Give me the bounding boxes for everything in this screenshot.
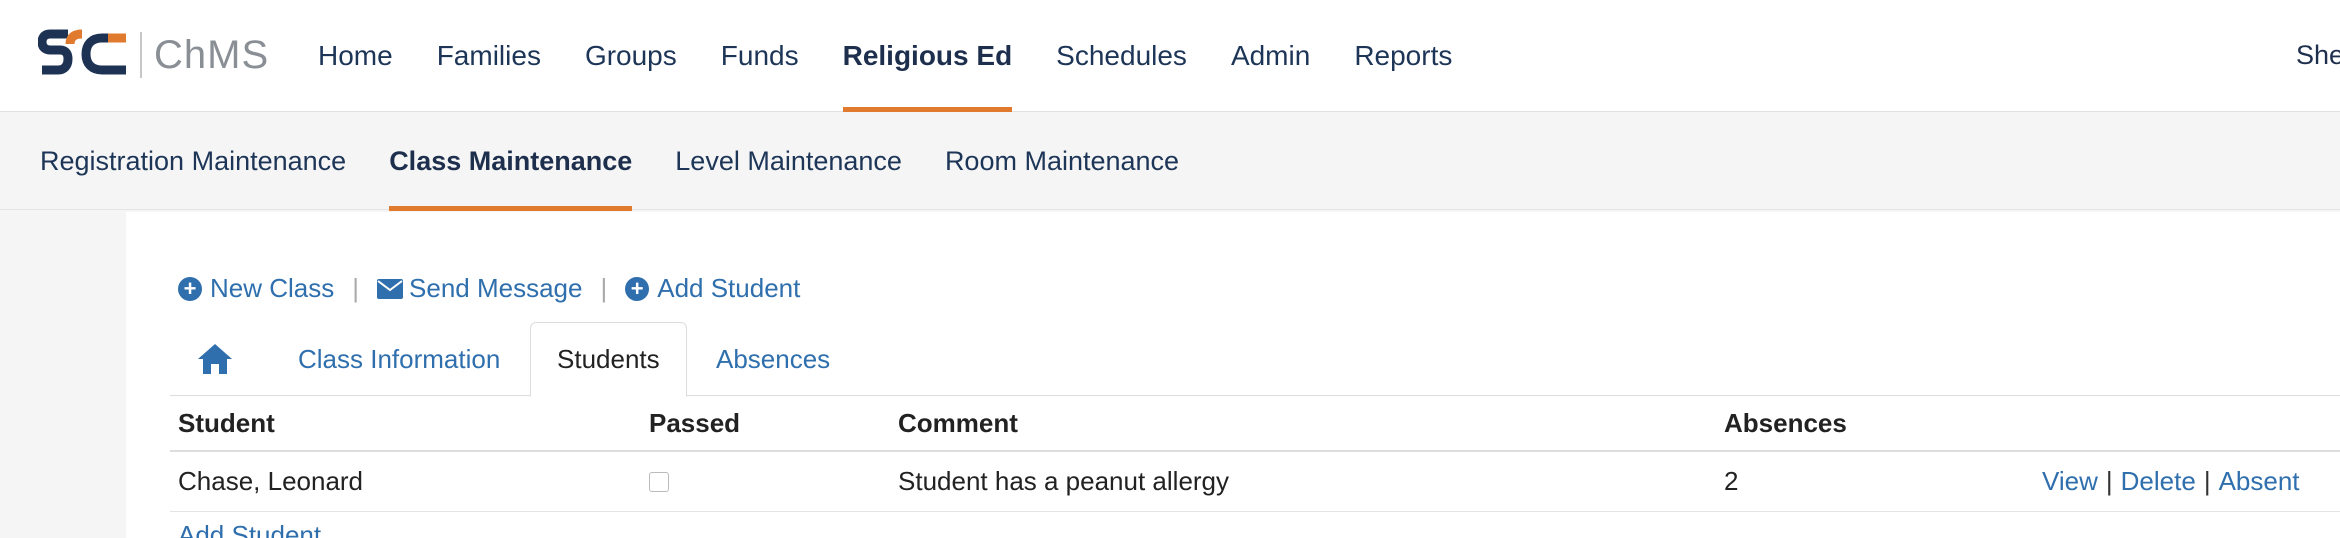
send-message-label: Send Message [409,273,583,303]
plus-circle-icon: + [178,276,202,301]
top-navbar: ChMS Home Families Groups Funds Religiou… [0,0,2340,112]
col-comment-header: Comment [898,407,1018,438]
nav-families[interactable]: Families [437,0,541,112]
new-class-label: New Class [210,273,335,303]
nav-home[interactable]: Home [318,0,393,112]
add-student-label: Add Student [657,273,801,303]
home-icon [198,344,232,374]
tab-home[interactable] [170,322,260,396]
nav-admin[interactable]: Admin [1231,0,1310,112]
nav-religious-ed[interactable]: Religious Ed [842,0,1012,112]
envelope-icon [377,278,404,299]
delete-link[interactable]: Delete [2121,466,2196,497]
add-student-link[interactable]: Add Student [178,520,321,538]
main-nav: Home Families Groups Funds Religious Ed … [318,0,1496,112]
link-separator: | [2105,466,2113,496]
action-bar: + New Class | Send Message | + Add Stude… [178,273,800,304]
nav-schedules[interactable]: Schedules [1056,0,1187,112]
logo-divider [140,32,142,78]
nav-reports[interactable]: Reports [1354,0,1452,112]
action-separator: | [352,273,360,303]
table-row: Chase, Leonard Student has a peanut alle… [170,452,2340,512]
user-menu[interactable]: Shelly [2296,40,2340,71]
subnav-room-maintenance[interactable]: Room Maintenance [945,112,1179,210]
send-message-button[interactable]: Send Message [377,273,582,304]
passed-cell [649,452,669,511]
col-passed-header: Passed [649,407,741,438]
col-absences-header: Absences [1724,407,1847,438]
app-logo[interactable]: ChMS [38,26,269,84]
subnav-registration-maintenance[interactable]: Registration Maintenance [40,112,346,210]
add-student-button[interactable]: + Add Student [625,273,800,304]
logo-text: ChMS [154,32,270,77]
student-name-cell: Chase, Leonard [178,466,364,496]
action-separator: | [600,273,608,303]
subnav-level-maintenance[interactable]: Level Maintenance [675,112,902,210]
passed-checkbox[interactable] [649,471,669,492]
view-link[interactable]: View [2042,466,2098,497]
link-separator: | [2203,466,2211,496]
students-table-header: Student Passed Comment Absences [170,396,2340,452]
tab-absences[interactable]: Absences [690,322,856,396]
nav-funds[interactable]: Funds [721,0,799,112]
tab-students[interactable]: Students [530,322,687,397]
sub-nav: Registration Maintenance Class Maintenan… [0,112,2340,211]
class-tabs: Class Information Students Absences [170,322,2340,397]
sc-logo-icon [38,29,126,75]
tab-class-information[interactable]: Class Information [272,322,526,396]
new-class-button[interactable]: + New Class [178,273,334,304]
plus-circle-icon: + [625,276,650,301]
comment-cell: Student has a peanut allergy [898,466,1230,496]
nav-groups[interactable]: Groups [585,0,677,112]
row-actions: View | Delete | Absent [2042,452,2300,511]
subnav-class-maintenance[interactable]: Class Maintenance [389,112,633,211]
absences-cell: 2 [1724,466,1739,496]
absent-link[interactable]: Absent [2219,466,2300,497]
col-student-header: Student [178,407,275,438]
